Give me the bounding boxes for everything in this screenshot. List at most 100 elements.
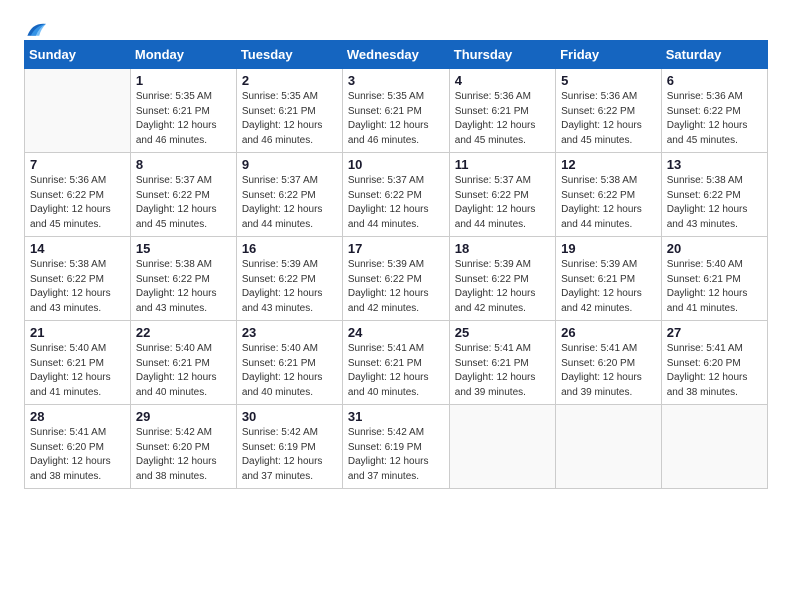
- day-number: 12: [561, 157, 656, 172]
- day-number: 9: [242, 157, 337, 172]
- day-info-line: Sunset: 6:22 PM: [561, 106, 635, 117]
- calendar-cell: 25Sunrise: 5:41 AMSunset: 6:21 PMDayligh…: [449, 321, 555, 405]
- day-number: 31: [348, 409, 444, 424]
- day-info-line: Sunrise: 5:35 AM: [348, 91, 424, 102]
- day-info-line: Sunset: 6:21 PM: [348, 106, 422, 117]
- calendar-cell: 22Sunrise: 5:40 AMSunset: 6:21 PMDayligh…: [130, 321, 236, 405]
- day-number: 19: [561, 241, 656, 256]
- calendar-header-sunday: Sunday: [25, 41, 131, 69]
- day-info-line: Daylight: 12 hours and 44 minutes.: [455, 204, 536, 230]
- day-info-line: Sunrise: 5:36 AM: [30, 175, 106, 186]
- calendar-cell: 19 Sunrise: 5:39 AMSunset: 6:21 PMDayligh…: [556, 237, 662, 321]
- calendar-cell: 16Sunrise: 5:39 AMSunset: 6:22 PMDayligh…: [236, 237, 342, 321]
- day-number: 3: [348, 73, 444, 88]
- day-info-line: Daylight: 12 hours and 39 minutes.: [561, 372, 642, 398]
- day-info: Sunrise: 5:36 AM Sunset: 6:22 PM Daylight:…: [30, 174, 125, 232]
- calendar-cell: 11Sunrise: 5:37 AMSunset: 6:22 PMDayligh…: [449, 153, 555, 237]
- day-info: Sunrise: 5:39 AMSunset: 6:22 PMDaylight:…: [455, 258, 550, 316]
- day-info-line: Daylight: 12 hours and 43 minutes.: [136, 288, 217, 314]
- calendar-cell: [556, 405, 662, 489]
- day-info-line: Sunset: 6:20 PM: [667, 358, 741, 369]
- day-info-line: Sunset: 6:22 PM: [242, 274, 316, 285]
- day-info-line: Sunrise: 5:40 AM: [30, 343, 106, 354]
- day-info-line: Sunset: 6:21 PM: [136, 106, 210, 117]
- day-info-line: Daylight: 12 hours and 37 minutes.: [242, 456, 323, 482]
- day-info-line: Sunrise: 5:37 AM: [348, 175, 424, 186]
- day-info-line: Sunrise: 5:36 AM: [667, 91, 743, 102]
- day-number: 24: [348, 325, 444, 340]
- day-info-line: Sunset: 6:21 PM: [242, 358, 316, 369]
- day-info-line: Sunrise: 5:40 AM: [242, 343, 318, 354]
- day-info: Sunrise: 5:39 AMSunset: 6:22 PMDaylight:…: [242, 258, 337, 316]
- day-info-line: Daylight: 12 hours and 45 minutes.: [30, 204, 111, 230]
- day-number: 10: [348, 157, 444, 172]
- day-info-line: Daylight: 12 hours and 42 minutes.: [348, 288, 429, 314]
- day-number: 6: [667, 73, 762, 88]
- calendar-cell: 30 Sunrise: 5:42 AMSunset: 6:19 PMDayligh…: [236, 405, 342, 489]
- day-info-line: Daylight: 12 hours and 45 minutes.: [561, 120, 642, 146]
- day-info: Sunrise: 5:38 AMSunset: 6:22 PMDaylight:…: [30, 258, 125, 316]
- calendar-cell: [661, 405, 767, 489]
- day-info-line: Daylight: 12 hours and 40 minutes.: [348, 372, 429, 398]
- day-number: 23: [242, 325, 337, 340]
- day-info-line: Sunset: 6:22 PM: [667, 106, 741, 117]
- day-info: Sunrise: 5:36 AMSunset: 6:21 PMDaylight:…: [455, 90, 550, 148]
- day-number: 30: [242, 409, 337, 424]
- calendar-cell: 1Sunrise: 5:35 AMSunset: 6:21 PMDaylight…: [130, 69, 236, 153]
- day-info: Sunrise: 5:39 AM Sunset: 6:22 PM Daylight:…: [348, 258, 444, 316]
- day-info-line: Daylight: 12 hours and 38 minutes.: [667, 372, 748, 398]
- day-info-line: Daylight: 12 hours and 40 minutes.: [136, 372, 217, 398]
- day-info-line: Sunset: 6:22 PM: [242, 190, 316, 201]
- day-info: Sunrise: 5:42 AMSunset: 6:19 PMDaylight:…: [242, 426, 337, 484]
- calendar-week-row: 14Sunrise: 5:38 AMSunset: 6:22 PMDayligh…: [25, 237, 768, 321]
- day-info: Sunrise: 5:37 AM Sunset: 6:22 PM Daylight:…: [242, 174, 337, 232]
- calendar-cell: 21 Sunrise: 5:40 AMSunset: 6:21 PMDayligh…: [25, 321, 131, 405]
- day-info-line: Sunset: 6:22 PM: [136, 190, 210, 201]
- day-number: 20: [667, 241, 762, 256]
- day-number: 7: [30, 157, 125, 172]
- day-info-line: Sunset: 6:20 PM: [30, 442, 104, 453]
- calendar-cell: 10Sunrise: 5:37 AMSunset: 6:22 PMDayligh…: [342, 153, 449, 237]
- day-info-line: Sunrise: 5:38 AM: [561, 175, 637, 186]
- day-info: Sunrise: 5:40 AMSunset: 6:21 PMDaylight:…: [667, 258, 762, 316]
- day-info-line: Sunset: 6:22 PM: [136, 274, 210, 285]
- day-info: Sunrise: 5:39 AMSunset: 6:21 PMDaylight:…: [561, 258, 656, 316]
- day-info-line: Sunrise: 5:35 AM: [242, 91, 318, 102]
- calendar-week-row: 28Sunrise: 5:41 AMSunset: 6:20 PMDayligh…: [25, 405, 768, 489]
- day-number: 26: [561, 325, 656, 340]
- day-info-line: Sunset: 6:19 PM: [242, 442, 316, 453]
- page-header: [24, 20, 768, 32]
- day-info-line: Daylight: 12 hours and 46 minutes.: [348, 120, 429, 146]
- day-info-line: Sunset: 6:22 PM: [561, 190, 635, 201]
- calendar-header-wednesday: Wednesday: [342, 41, 449, 69]
- calendar-week-row: 21Sunrise: 5:40 AMSunset: 6:21 PMDayligh…: [25, 321, 768, 405]
- calendar-cell: 17 Sunrise: 5:39 AM Sunset: 6:22 PM Dayligh…: [342, 237, 449, 321]
- calendar-header-thursday: Thursday: [449, 41, 555, 69]
- day-info: Sunrise: 5:38 AMSunset: 6:22 PMDaylight:…: [136, 258, 231, 316]
- day-number: 14: [30, 241, 125, 256]
- day-info-line: Daylight: 12 hours and 43 minutes.: [667, 204, 748, 230]
- calendar-week-row: 7 Sunrise: 5:36 AM Sunset: 6:22 PM Daylight…: [25, 153, 768, 237]
- day-info-line: Sunrise: 5:40 AM: [136, 343, 212, 354]
- day-info-line: Sunset: 6:20 PM: [136, 442, 210, 453]
- day-number: 21: [30, 325, 125, 340]
- logo: [24, 20, 46, 32]
- day-info-line: Sunset: 6:22 PM: [348, 274, 422, 285]
- day-info: Sunrise: 5:35 AMSunset: 6:21 PMDaylight:…: [136, 90, 231, 148]
- day-info-line: Daylight: 12 hours and 44 minutes.: [242, 204, 323, 230]
- calendar-header-saturday: Saturday: [661, 41, 767, 69]
- day-info-line: Sunrise: 5:39 AM: [348, 259, 424, 270]
- day-number: 17: [348, 241, 444, 256]
- day-info-line: Sunrise: 5:38 AM: [30, 259, 106, 270]
- day-info-line: Daylight: 12 hours and 37 minutes.: [348, 456, 429, 482]
- day-info: Sunrise: 5:40 AMSunset: 6:21 PMDaylight:…: [30, 342, 125, 400]
- calendar-cell: 28Sunrise: 5:41 AMSunset: 6:20 PMDayligh…: [25, 405, 131, 489]
- day-info-line: Sunrise: 5:37 AM: [242, 175, 318, 186]
- day-number: 13: [667, 157, 762, 172]
- calendar-cell: 29Sunrise: 5:42 AMSunset: 6:20 PMDayligh…: [130, 405, 236, 489]
- calendar-header-friday: Friday: [556, 41, 662, 69]
- day-info-line: Sunset: 6:22 PM: [30, 190, 104, 201]
- day-info: Sunrise: 5:42 AMSunset: 6:19 PMDaylight:…: [348, 426, 444, 484]
- calendar-cell: [25, 69, 131, 153]
- calendar-cell: 20 Sunrise: 5:40 AMSunset: 6:21 PMDayligh…: [661, 237, 767, 321]
